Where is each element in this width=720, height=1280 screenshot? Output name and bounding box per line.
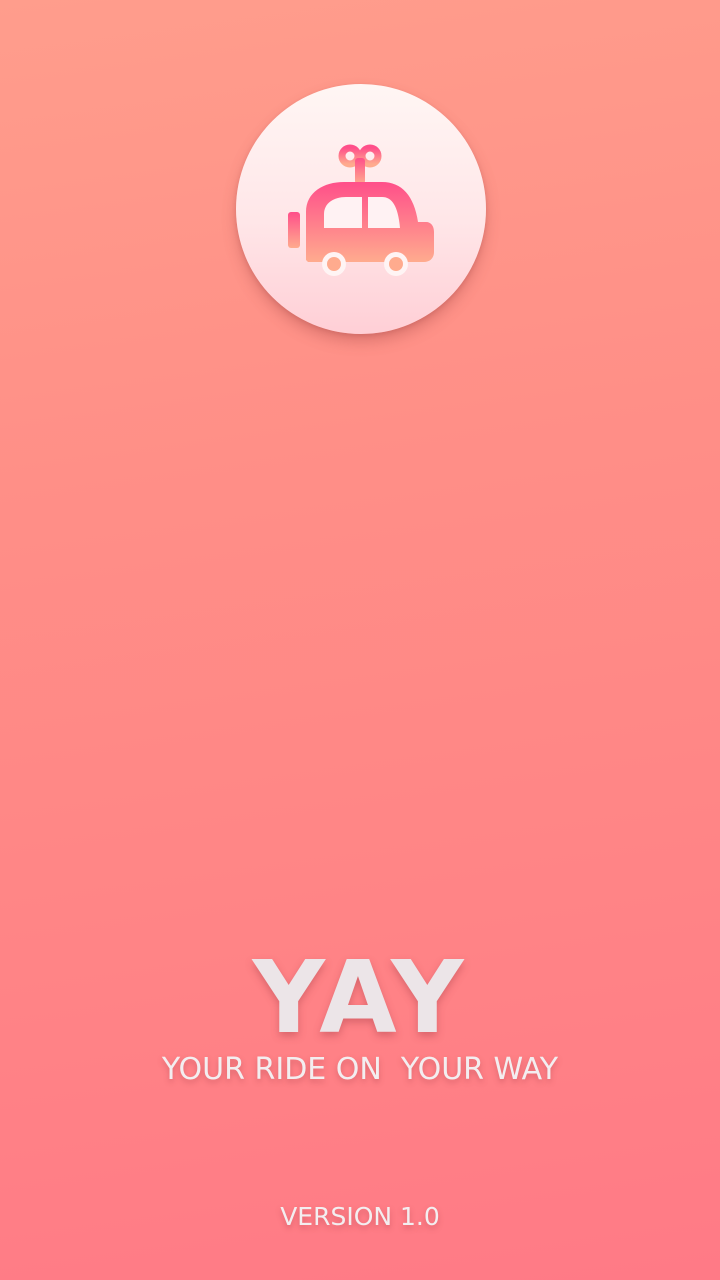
version-label: VERSION 1.0 <box>280 1202 440 1231</box>
app-name: YAY <box>252 939 468 1056</box>
app-tagline: YOUR RIDE ON YOUR WAY <box>161 1052 559 1087</box>
app-logo <box>236 84 486 334</box>
wind-up-toy-car-icon <box>288 144 434 276</box>
